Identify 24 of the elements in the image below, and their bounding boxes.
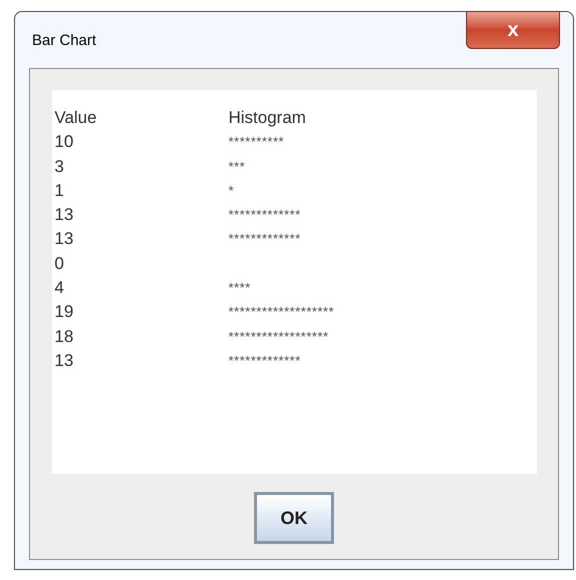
value-cell-text: 13 <box>54 228 74 250</box>
column-header: Histogram <box>228 107 306 129</box>
value-cell-text: 1 <box>54 180 65 202</box>
histogram-text: *** <box>228 158 246 176</box>
value-cell-text: 18 <box>54 326 74 348</box>
ok-button[interactable]: OK <box>254 492 334 544</box>
histogram-text: * <box>228 182 234 200</box>
value-cell-text: 13 <box>54 350 74 372</box>
close-button[interactable]: x <box>466 11 560 49</box>
histogram-text: ****************** <box>228 328 329 346</box>
value-cell-text: 13 <box>54 204 74 226</box>
value-cell-text: 10 <box>54 131 74 154</box>
histogram-text: ************* <box>228 352 301 370</box>
histogram-text: ************* <box>228 230 301 248</box>
window-title: Bar Chart <box>32 31 96 51</box>
value-cell-text: 4 <box>54 277 65 300</box>
histogram-text: ************* <box>228 206 301 224</box>
value-cell-text: 0 <box>54 252 65 275</box>
histogram-text: ******************* <box>228 303 334 322</box>
histogram-text: ********** <box>228 133 284 152</box>
histogram-text: **** <box>228 279 251 298</box>
value-cell-text: 3 <box>54 156 65 178</box>
value-cell-text: 19 <box>54 301 74 324</box>
column-header: Value <box>54 107 98 129</box>
